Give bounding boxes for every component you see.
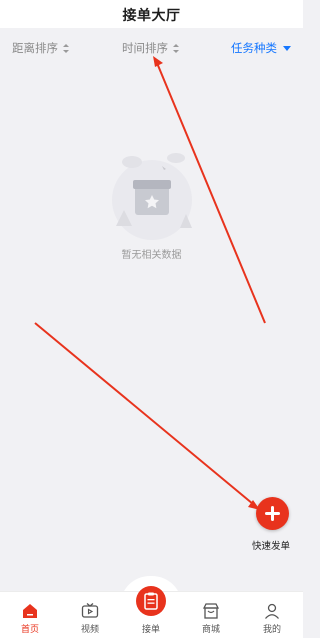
quick-order-label: 快速发单: [252, 541, 291, 552]
clipboard-icon: [144, 592, 158, 610]
task-type-label: 任务种类: [231, 41, 277, 55]
empty-state-text: 暂无相关数据: [121, 250, 182, 261]
caret-down-icon: [283, 45, 291, 51]
task-type-dropdown[interactable]: 任务种类: [231, 40, 291, 56]
tab-home-label: 首页: [20, 625, 39, 635]
sort-arrows-icon: [63, 43, 69, 53]
home-icon: [23, 604, 37, 618]
tab-take-order[interactable]: 接单: [131, 586, 171, 636]
time-sort-label: 时间排序: [122, 41, 168, 55]
distance-sort-button[interactable]: 距离排序: [12, 40, 69, 56]
tab-home[interactable]: 首页: [10, 592, 50, 638]
plus-icon: [265, 506, 280, 521]
empty-box-icon: [111, 153, 192, 240]
top-bar: 接单大厅: [0, 0, 303, 28]
tv-icon: [81, 603, 99, 618]
tab-profile-label: 我的: [262, 625, 281, 635]
user-icon: [265, 603, 279, 619]
sort-arrows-icon: [173, 43, 179, 53]
quick-order-button[interactable]: [256, 497, 289, 530]
tab-shop-label: 商城: [201, 625, 220, 635]
distance-sort-label: 距离排序: [12, 41, 58, 55]
tab-profile[interactable]: 我的: [252, 592, 292, 638]
empty-state: 暂无相关数据: [0, 140, 303, 261]
tab-video[interactable]: 视频: [70, 592, 110, 638]
tab-shop[interactable]: 商城: [191, 592, 231, 638]
time-sort-button[interactable]: 时间排序: [122, 40, 179, 56]
filter-bar: 距离排序 时间排序 任务种类: [0, 36, 303, 60]
page-title: 接单大厅: [122, 8, 181, 24]
tab-video-label: 视频: [80, 625, 99, 635]
shop-icon: [202, 603, 220, 619]
tab-take-order-label: 接单: [141, 625, 160, 635]
take-order-circle: [136, 586, 166, 616]
